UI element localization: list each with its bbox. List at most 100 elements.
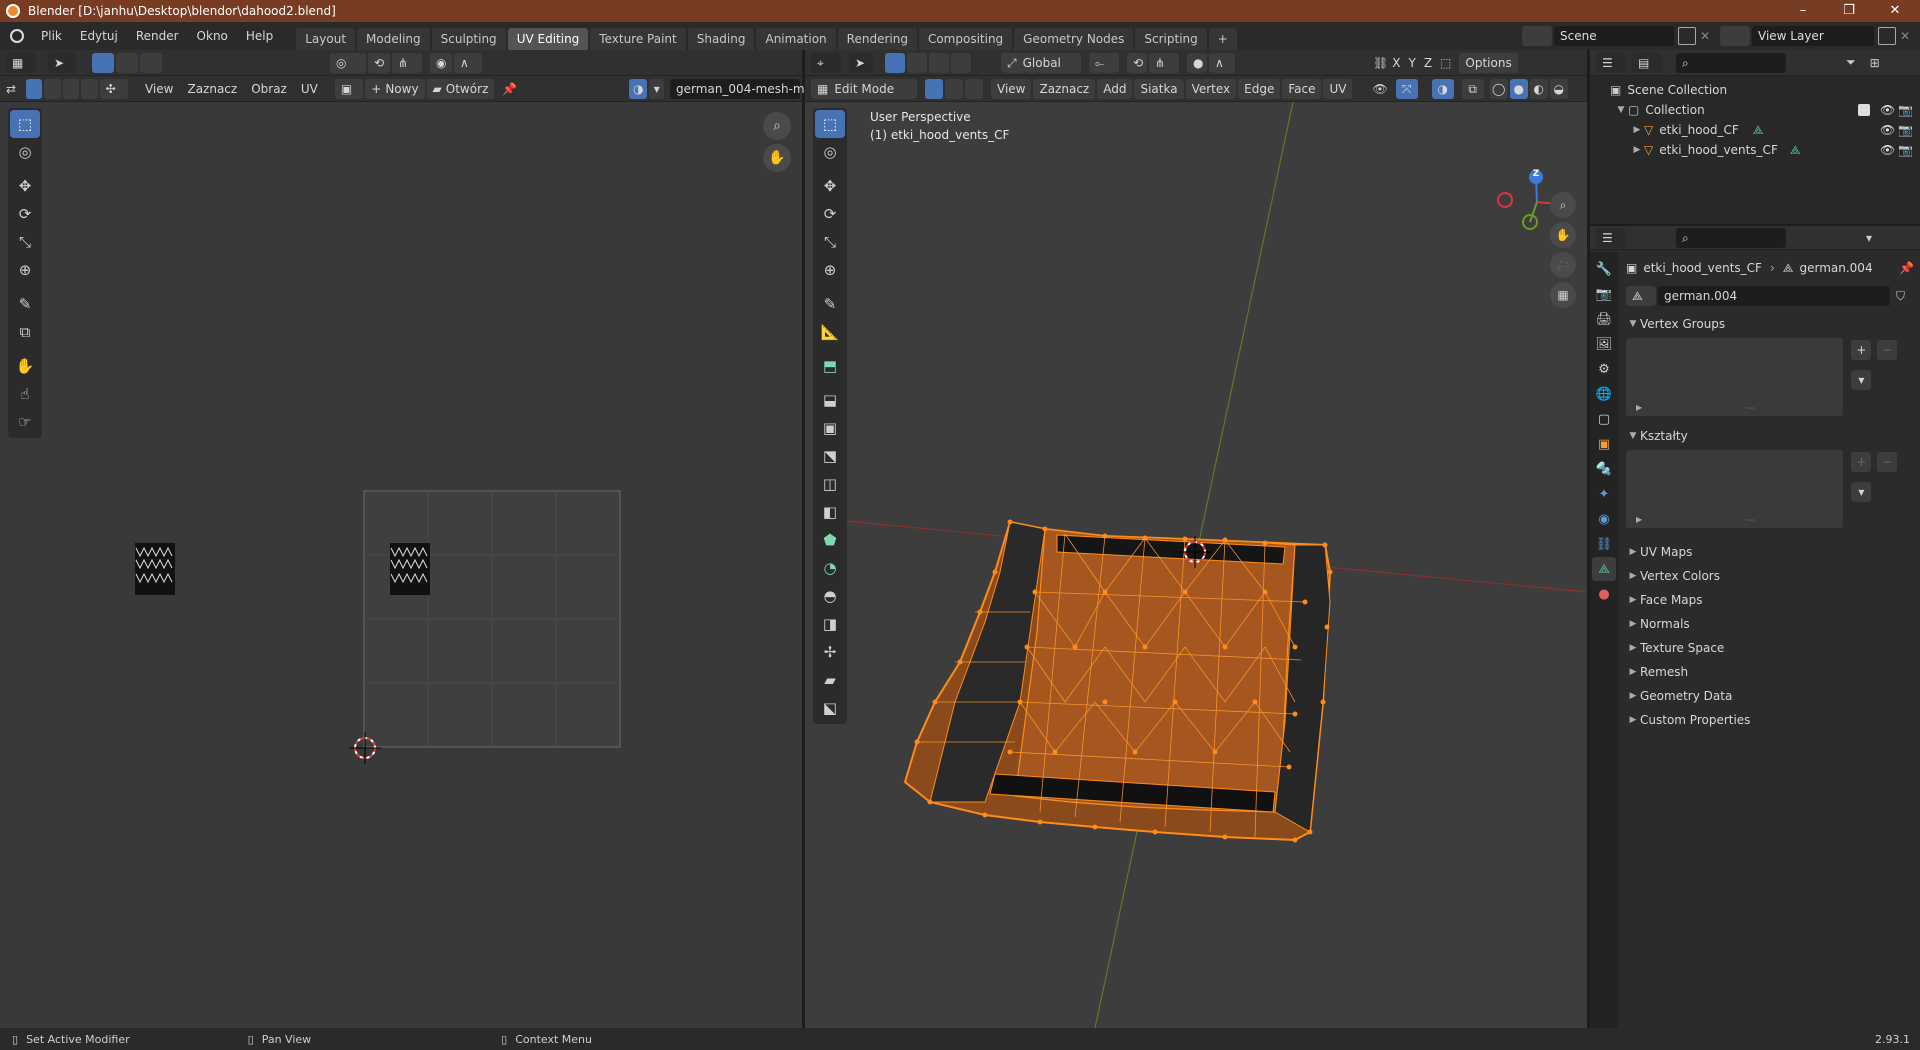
datablock-name-field[interactable]: german.004 [1658,286,1890,306]
hood-mesh[interactable] [903,519,1333,843]
shading-material-icon[interactable]: ◐ [1529,78,1548,99]
select-tool-icon[interactable]: ➤ [48,52,76,73]
properties-search-input[interactable]: ⌕ [1676,227,1786,248]
face-mode-icon[interactable] [965,78,983,99]
new-collection-icon[interactable]: ⊞ [1870,56,1880,70]
datablock-browse-icon[interactable]: ⟁ [1626,286,1656,306]
proportional-icon[interactable]: ◉ [430,52,452,73]
shear-tool-icon[interactable]: ▰ [815,666,845,694]
uv-edge-mode-icon[interactable] [44,78,61,99]
shading-wireframe-icon[interactable]: ◯ [1489,78,1508,99]
pin-icon[interactable]: 📌 [502,82,517,96]
collection-visibility-icon[interactable]: 👁 [1880,100,1895,120]
object-render-icon[interactable]: 📷 [1898,120,1913,140]
panel-remesh[interactable]: ▶ Remesh [1626,660,1914,684]
panel-custom-properties[interactable]: ▶ Custom Properties [1626,708,1914,732]
vp-scale-tool-icon[interactable]: ⤡ [815,228,845,256]
menu-window[interactable]: Okno [188,22,237,50]
vp-cursor-tool-icon[interactable]: ◎ [815,138,845,166]
panel-uv-maps[interactable]: ▶ UV Maps [1626,540,1914,564]
snap-target-icon[interactable]: ⋔ [1149,52,1179,73]
uv-island-mode-icon[interactable] [81,78,98,99]
vp-menu-uv[interactable]: UV [1323,78,1353,99]
vertex-group-specials-icon[interactable]: ▾ [1851,370,1872,390]
shape-keys-list[interactable]: ▶ ⋯ [1626,450,1844,528]
tab-sculpting[interactable]: Sculpting [431,28,506,50]
mirror-z-toggle[interactable]: Z [1420,56,1436,70]
panel-shape-keys-header[interactable]: ▼ Kształty [1626,426,1914,446]
face-select-icon[interactable] [140,52,162,73]
scene-icon[interactable] [1522,26,1552,46]
vp-menu-add[interactable]: Add [1097,78,1133,99]
panel-face-maps[interactable]: ▶ Face Maps [1626,588,1914,612]
vp-menu-edge[interactable]: Edge [1238,78,1281,99]
particles-tab-icon[interactable]: ✦ [1592,482,1616,506]
editor-type-icon[interactable]: ▦ [6,52,36,73]
scene-remove-icon[interactable]: ✕ [1696,29,1714,43]
open-image-button[interactable]: ▰ Otwórz [426,78,495,99]
menu-help[interactable]: Help [237,22,282,50]
object-tab-icon[interactable]: ▣ [1592,432,1616,456]
view-layer-icon[interactable] [1720,26,1750,46]
render-tab-icon[interactable]: 📷 [1592,282,1616,306]
visibility-icon[interactable]: 👁 [1372,82,1387,96]
scene-new-icon[interactable] [1678,27,1696,45]
shrink-fatten-tool-icon[interactable]: ✢ [815,638,845,666]
menu-edit[interactable]: Edytuj [71,22,127,50]
view-layer-name-field[interactable]: View Layer [1752,26,1874,46]
add-cube-tool-icon[interactable]: ⬒ [815,352,845,380]
vp-menu-select[interactable]: Zaznacz [1033,78,1096,99]
filter-icon[interactable]: ⏷ [1846,55,1856,70]
constraints-tab-icon[interactable]: ⛓ [1592,532,1616,556]
falloff-icon[interactable]: ∧ [454,52,482,73]
new-image-button[interactable]: + Nowy [365,78,425,99]
uv-snap-icon[interactable]: ⋔ [392,52,422,73]
material-tab-icon[interactable]: ● [1592,582,1616,606]
edge-select-icon[interactable] [116,52,138,73]
view-layer-new-icon[interactable] [1878,27,1896,45]
shading-solid-icon[interactable]: ● [1509,78,1528,99]
panel-normals[interactable]: ▶ Normals [1626,612,1914,636]
restore-button[interactable]: ❐ [1826,0,1872,22]
vp-menu-mesh[interactable]: Siatka [1134,78,1184,99]
select-mode-new-icon[interactable] [885,52,905,73]
bevel-tool-icon[interactable]: ⬔ [815,442,845,470]
gizmo-icon[interactable]: ⤧ [1395,78,1418,99]
collection-row[interactable]: ▼ ▢ Collection 👁 📷 [1610,100,1920,120]
vp-transform-tool-icon[interactable]: ⊕ [815,256,845,284]
list-filter-icon[interactable]: ▶ [1636,515,1642,524]
edge-mode-icon[interactable] [945,78,963,99]
uv-island-right[interactable] [390,543,430,595]
proportional-falloff-icon[interactable]: ∧ [1209,52,1235,73]
overlay-icon[interactable]: ◑ [629,78,648,99]
overlays-icon[interactable]: ◑ [1431,78,1454,99]
shape-key-specials-icon[interactable]: ▾ [1851,482,1872,502]
uv-sync-selection-icon[interactable]: ⇄ [6,82,26,96]
outliner-editor-type-icon[interactable]: ☰ [1596,52,1626,73]
vp-measure-tool-icon[interactable]: 📐 [815,318,845,346]
viewport-select-icon[interactable]: ➤ [849,52,873,73]
object-visibility-icon[interactable]: 👁 [1880,120,1895,140]
fake-user-icon[interactable]: ⛉ [1896,289,1905,304]
shading-rendered-icon[interactable]: ◒ [1549,78,1568,99]
add-workspace-button[interactable]: + [1208,28,1237,50]
panel-vertex-colors[interactable]: ▶ Vertex Colors [1626,564,1914,588]
tab-animation[interactable]: Animation [756,28,836,50]
data-tab-icon[interactable]: ⟁ [1592,557,1616,581]
uv-menu-image[interactable]: Obraz [244,82,294,96]
blender-menu-icon[interactable] [10,29,24,43]
object-expand-icon[interactable]: ▶ [1630,120,1644,140]
add-vertex-group-icon[interactable]: + [1851,340,1872,360]
knife-tool-icon[interactable]: ◧ [815,498,845,526]
output-tab-icon[interactable]: 🖨 [1592,307,1616,331]
tab-texture-paint[interactable]: Texture Paint [590,28,686,50]
view-layer-remove-icon[interactable]: ✕ [1896,29,1914,43]
select-mode-extend-icon[interactable] [907,52,927,73]
menu-render[interactable]: Render [127,22,188,50]
uv-island-left[interactable] [135,543,175,595]
mirror-icon[interactable]: ⛓ [1373,56,1388,70]
inset-tool-icon[interactable]: ▣ [815,414,845,442]
xray-icon[interactable]: ⧉ [1461,78,1484,99]
mode-dropdown[interactable]: ▦ Edit Mode [811,78,917,99]
rip-region-tool-icon[interactable]: ⬕ [815,694,845,722]
